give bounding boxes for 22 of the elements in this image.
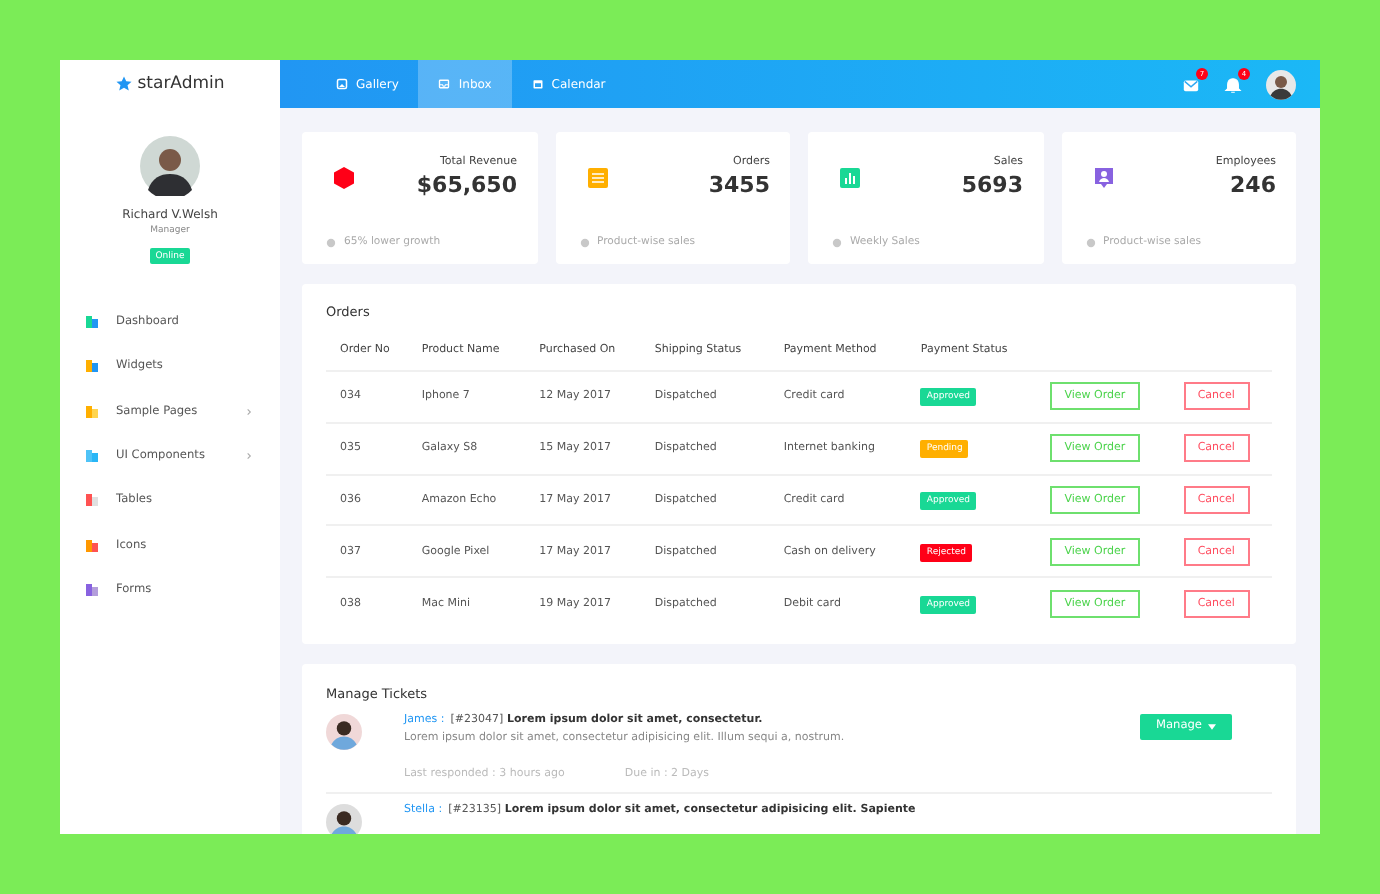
- person-icon: [1091, 165, 1115, 189]
- cube-icon: [332, 165, 356, 189]
- chart-icon: [838, 165, 862, 189]
- user-avatar[interactable]: [1266, 69, 1296, 99]
- stat-value: 5693: [961, 172, 1023, 198]
- inbox-icon: [438, 78, 451, 90]
- avatar: [326, 713, 362, 750]
- mail-icon[interactable]: [1182, 75, 1200, 93]
- avatar: [140, 136, 200, 196]
- bell-icon[interactable]: [1224, 75, 1242, 93]
- list-icon: [585, 165, 609, 189]
- chevron-icon: [246, 452, 252, 461]
- logo-text: starAdmin: [137, 74, 225, 94]
- stat-value: 246: [1230, 172, 1276, 198]
- stat-value: 3455: [708, 172, 770, 198]
- avatar: [326, 803, 362, 834]
- star-icon: [115, 76, 132, 92]
- chevron-icon: [246, 407, 252, 416]
- image-icon: [336, 78, 348, 90]
- caret-icon: [1208, 723, 1216, 730]
- stat-value: $65,650: [416, 172, 517, 198]
- calendar-icon: [531, 78, 544, 90]
